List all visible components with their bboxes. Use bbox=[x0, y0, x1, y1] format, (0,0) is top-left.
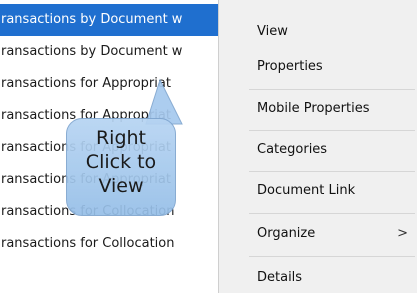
menu-item-mobile-properties[interactable]: Mobile Properties bbox=[219, 101, 417, 116]
callout-line-2: Click to bbox=[85, 151, 157, 173]
callout-text: Right Click to View bbox=[66, 126, 176, 198]
menu-separator bbox=[249, 256, 415, 257]
menu-separator bbox=[249, 89, 415, 90]
menu-separator bbox=[249, 130, 415, 131]
submenu-arrow-icon: > bbox=[397, 226, 408, 241]
context-menu: View Properties Mobile Properties Catego… bbox=[218, 0, 417, 293]
menu-separator bbox=[249, 213, 415, 214]
list-item[interactable]: ransactions by Document w bbox=[0, 36, 230, 68]
list-item[interactable]: ransactions for Collocation bbox=[0, 228, 230, 260]
list-item[interactable]: ransactions for Appropriat bbox=[0, 68, 230, 100]
menu-item-organize-label: Organize bbox=[257, 226, 316, 241]
menu-item-document-link[interactable]: Document Link bbox=[219, 183, 417, 198]
menu-separator bbox=[249, 171, 415, 172]
menu-item-properties[interactable]: Properties bbox=[219, 59, 417, 74]
callout-line-1: Right bbox=[95, 127, 147, 149]
menu-item-view[interactable]: View bbox=[219, 24, 417, 39]
menu-item-details[interactable]: Details bbox=[219, 270, 417, 285]
list-item[interactable]: ransactions by Document w bbox=[0, 4, 230, 36]
menu-item-organize[interactable]: Organize > bbox=[219, 226, 417, 241]
menu-item-categories[interactable]: Categories bbox=[219, 142, 417, 157]
callout-line-3: View bbox=[98, 175, 144, 197]
